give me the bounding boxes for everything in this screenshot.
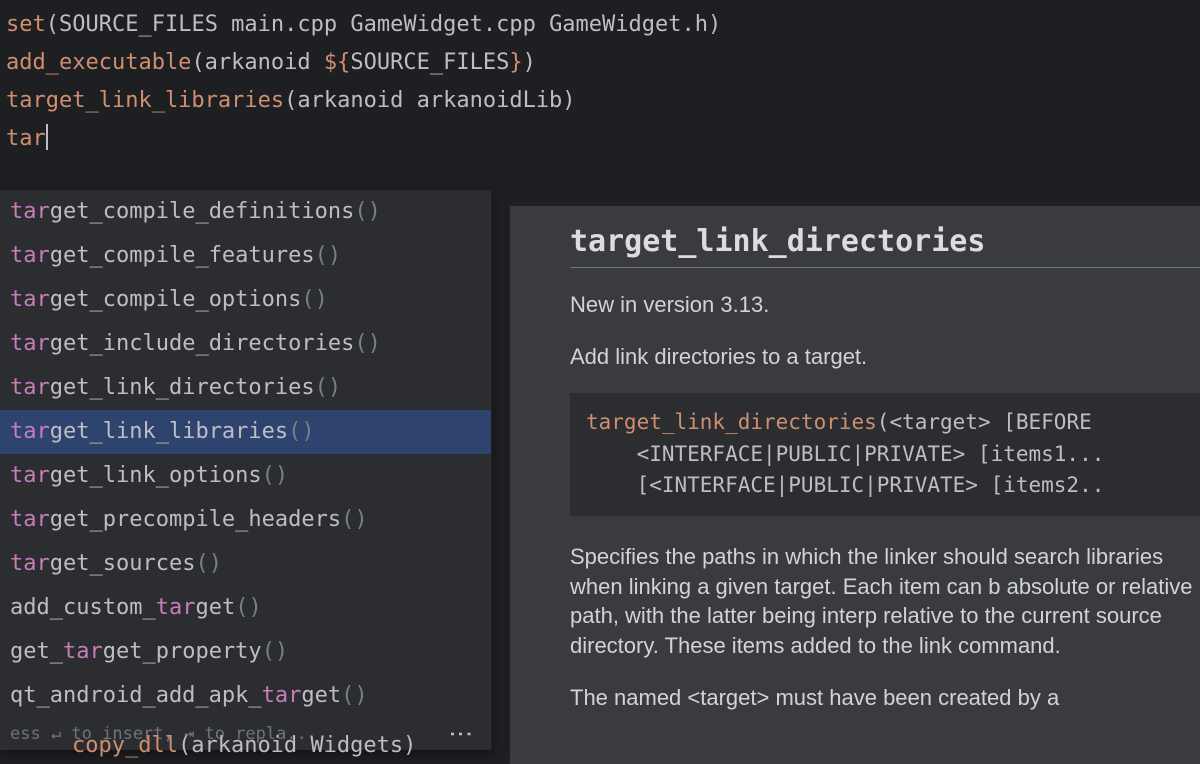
code-line-bottom: copy_dll(arkanoid Widgets) <box>0 728 416 764</box>
completion-item[interactable]: target_link_libraries() <box>0 410 491 454</box>
keyword-set: set <box>6 12 46 37</box>
code-line: target_link_libraries(arkanoid arkanoidL… <box>0 82 1200 120</box>
typed-input-line[interactable]: tar <box>0 120 1200 158</box>
keyword-tll: target_link_libraries <box>6 88 284 113</box>
completion-item[interactable]: target_link_options() <box>0 454 491 498</box>
completion-item[interactable]: target_sources() <box>0 542 491 586</box>
more-icon[interactable] <box>447 722 475 747</box>
doc-body: The named <target> must have been create… <box>570 683 1200 713</box>
completion-item[interactable]: target_precompile_headers() <box>0 498 491 542</box>
doc-body: Specifies the paths in which the linker … <box>570 542 1200 661</box>
code-editor[interactable]: set(SOURCE_FILES main.cpp GameWidget.cpp… <box>0 0 1200 158</box>
completion-item[interactable]: target_link_directories() <box>0 366 491 410</box>
completion-item[interactable]: target_compile_options() <box>0 278 491 322</box>
documentation-panel: target_link_directories New in version 3… <box>510 206 1200 764</box>
completion-item[interactable]: qt_android_add_apk_target() <box>0 674 491 718</box>
doc-version: New in version 3.13. <box>570 290 1200 320</box>
completion-item[interactable]: target_include_directories() <box>0 322 491 366</box>
keyword-add-executable: add_executable <box>6 50 191 75</box>
autocomplete-popup: target_compile_definitions()target_compi… <box>0 190 492 750</box>
completion-item[interactable]: get_target_property() <box>0 630 491 674</box>
text-caret <box>46 124 48 150</box>
doc-subtitle: Add link directories to a target. <box>570 342 1200 372</box>
code-line: add_executable(arkanoid ${SOURCE_FILES}) <box>0 44 1200 82</box>
completion-item[interactable]: target_compile_features() <box>0 234 491 278</box>
completion-item[interactable]: add_custom_target() <box>0 586 491 630</box>
doc-title: target_link_directories <box>570 224 1200 268</box>
doc-signature: target_link_directories(<target> [BEFORE… <box>570 393 1200 516</box>
completion-item[interactable]: target_compile_definitions() <box>0 190 491 234</box>
code-line: set(SOURCE_FILES main.cpp GameWidget.cpp… <box>0 6 1200 44</box>
